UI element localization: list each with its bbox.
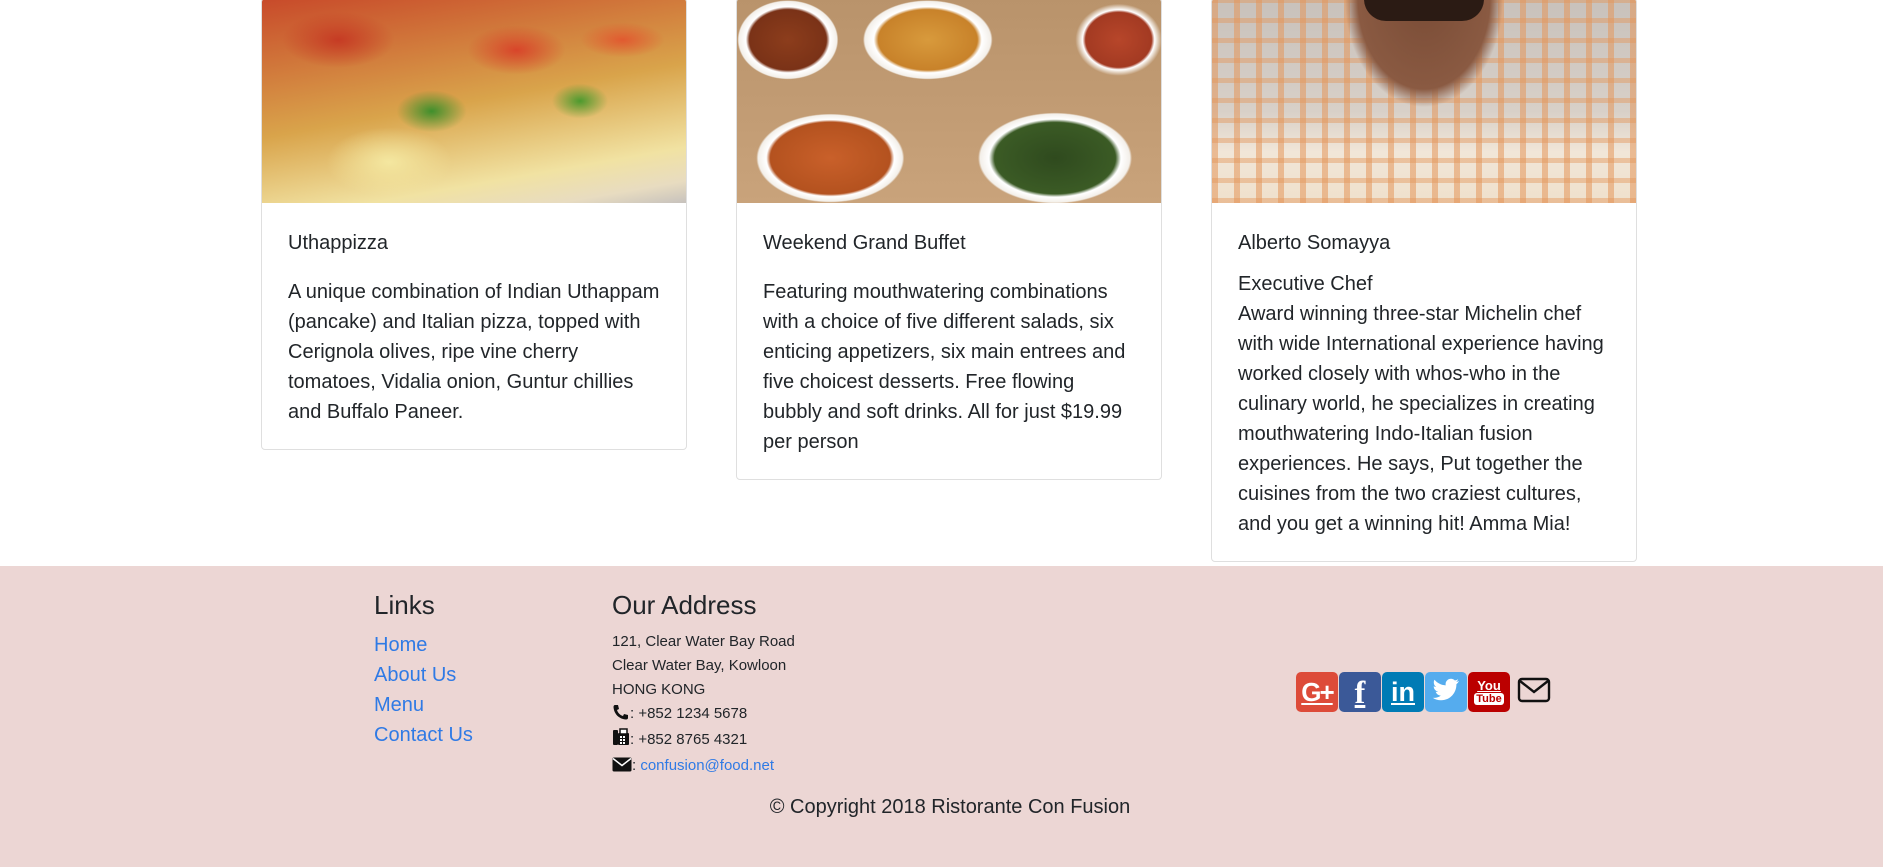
leader-card: Alberto Somayya Executive Chef Award win… [1211, 0, 1637, 562]
envelope-icon [612, 756, 632, 780]
address-line: Clear Water Bay, Kowloon [612, 657, 787, 674]
social-links: G+ f in You Tube [1296, 672, 1557, 712]
google-plus-button[interactable]: G+ [1296, 672, 1338, 712]
address-line: HONG KONG [612, 681, 706, 698]
featured-cards-section: Uthappizza A unique combination of India… [0, 0, 1883, 566]
address-line: 121, Clear Water Bay Road [612, 633, 795, 650]
buffet-image [737, 0, 1161, 203]
card-title: Alberto Somayya [1238, 232, 1391, 254]
chef-image [1212, 0, 1636, 203]
fax-row: : +852 8765 4321 [612, 728, 795, 754]
footer-links-list: Home About Us Menu Contact Us [374, 630, 473, 750]
fax-icon [612, 728, 630, 754]
card-body: Alberto Somayya Executive Chef Award win… [1212, 203, 1636, 561]
facebook-icon: f [1354, 673, 1366, 710]
card-title: Uthappizza [288, 232, 389, 254]
card-title: Weekend Grand Buffet [763, 232, 966, 254]
fax-number: : +852 8765 4321 [630, 731, 748, 748]
youtube-icon: You Tube [1474, 677, 1504, 705]
email-row: : confusion@food.net [612, 754, 795, 780]
linkedin-button[interactable]: in [1382, 672, 1424, 712]
promotion-card: Weekend Grand Buffet Featuring mouthwate… [736, 0, 1162, 480]
youtube-label-top: You [1477, 677, 1501, 693]
linkedin-icon: in [1391, 676, 1415, 707]
dish-card: Uthappizza A unique combination of India… [261, 0, 687, 450]
links-heading: Links [374, 590, 435, 620]
address-block: 121, Clear Water Bay Road Clear Water Ba… [612, 630, 795, 780]
footer-links-column: Links Home About Us Menu Contact Us [374, 590, 473, 750]
list-item: Home [374, 630, 473, 660]
phone-number: : +852 1234 5678 [630, 705, 748, 722]
youtube-label-bottom: Tube [1474, 692, 1504, 705]
link-contact-us[interactable]: Contact Us [374, 724, 473, 746]
footer-address-column: Our Address 121, Clear Water Bay Road Cl… [612, 590, 795, 780]
address-heading: Our Address [612, 590, 757, 620]
card-text: A unique combination of Indian Uthappam … [288, 281, 660, 423]
link-menu[interactable]: Menu [374, 694, 424, 716]
card-text: Award winning three-star Michelin chef w… [1238, 303, 1604, 535]
twitter-icon [1432, 678, 1460, 707]
envelope-outline-icon [1517, 677, 1551, 708]
google-plus-icon: G+ [1301, 676, 1334, 707]
card-text: Featuring mouthwatering combinations wit… [763, 281, 1126, 453]
youtube-button[interactable]: You Tube [1468, 672, 1510, 712]
list-item: Menu [374, 690, 473, 720]
list-item: Contact Us [374, 720, 473, 750]
card-subtitle: Executive Chef [1238, 273, 1373, 295]
twitter-button[interactable] [1425, 672, 1467, 712]
link-about-us[interactable]: About Us [374, 664, 456, 686]
card-body: Uthappizza A unique combination of India… [262, 203, 686, 449]
copyright: © Copyright 2018 Ristorante Con Fusion [769, 796, 1131, 818]
email-button[interactable] [1511, 672, 1557, 712]
facebook-button[interactable]: f [1339, 672, 1381, 712]
footer: Links Home About Us Menu Contact Us Our … [0, 566, 1883, 867]
pizza-image [262, 0, 686, 203]
list-item: About Us [374, 660, 473, 690]
email-link[interactable]: confusion@food.net [640, 757, 774, 774]
link-home[interactable]: Home [374, 634, 427, 656]
phone-row: : +852 1234 5678 [612, 702, 795, 728]
card-body: Weekend Grand Buffet Featuring mouthwate… [737, 203, 1161, 479]
phone-icon [612, 704, 630, 728]
chef-mustache [1364, 0, 1484, 21]
